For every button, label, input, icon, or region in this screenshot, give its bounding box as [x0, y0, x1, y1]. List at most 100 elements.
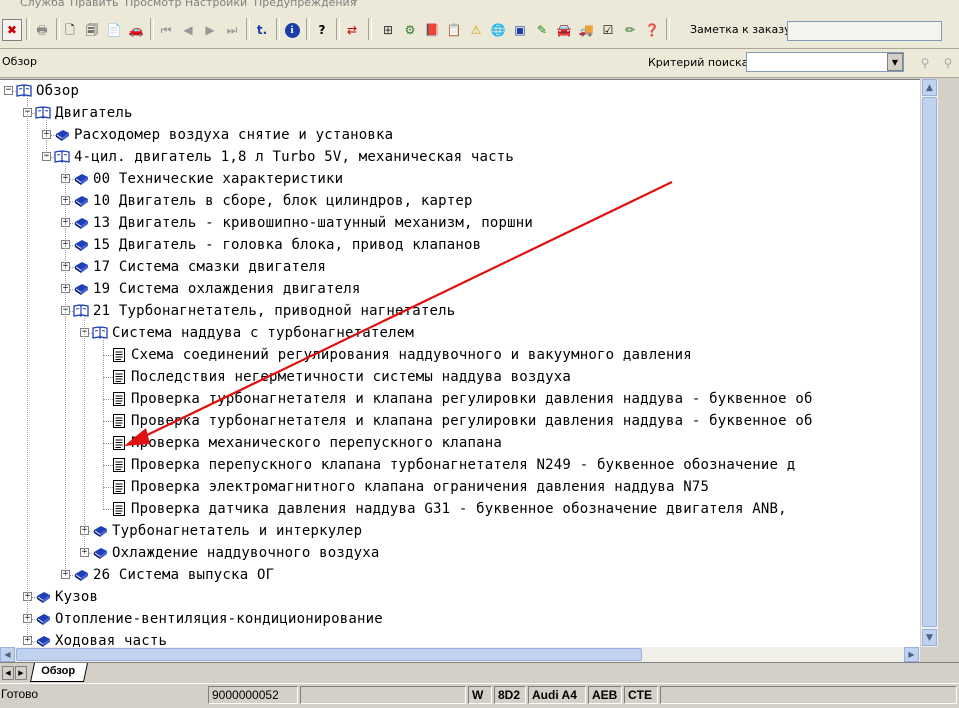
- tree-item-label: 13 Двигатель - кривошипно-шатунный механ…: [93, 215, 534, 231]
- scroll-right-icon[interactable]: ▶: [904, 647, 919, 662]
- closed-book-icon: [35, 589, 51, 605]
- tree-item-label: Двигатель: [55, 105, 133, 121]
- closed-book-icon: [73, 281, 89, 297]
- tree-item-label: Расходомер воздуха снятие и установка: [74, 127, 394, 143]
- tree-node-item[interactable]: +00 Технические характеристики: [0, 168, 920, 190]
- tree-node-item[interactable]: +13 Двигатель - кривошипно-шатунный меха…: [0, 212, 920, 234]
- menu-view[interactable]: Просмотр: [125, 0, 181, 9]
- tree-item-label: Турбонагнетатель и интеркулер: [112, 523, 363, 539]
- tree-node-item[interactable]: + Турбонагнетатель и интеркулер: [0, 520, 920, 542]
- globe-icon[interactable]: 🌐: [488, 19, 508, 41]
- documents-icon[interactable]: 🗐: [82, 19, 102, 41]
- vertical-scroll-thumb[interactable]: [922, 97, 937, 627]
- closed-book-icon: [73, 215, 89, 231]
- next-icon[interactable]: ▶: [200, 19, 220, 41]
- menu-edit[interactable]: Править: [70, 0, 119, 9]
- tree-leaf-item[interactable]: Последствия негерметичности системы надд…: [0, 366, 920, 388]
- tree-node-item[interactable]: + Отопление-вентиляция-кондиционирование: [0, 608, 920, 630]
- tree-leaf-item[interactable]: Проверка электромагнитного клапана огран…: [0, 476, 920, 498]
- fluid-icon[interactable]: ▣: [510, 19, 530, 41]
- tree-node-item[interactable]: +15 Двигатель - головка блока, привод кл…: [0, 234, 920, 256]
- menu-warnings[interactable]: Предупреждения: [254, 0, 356, 9]
- previous-icon[interactable]: ◀: [178, 19, 198, 41]
- horizontal-scrollbar[interactable]: ◀ ▶: [0, 647, 920, 662]
- tab-overview[interactable]: Обзор: [29, 663, 88, 682]
- status-engine: AEB: [588, 686, 622, 704]
- tree-node-item[interactable]: − Обзор: [0, 80, 920, 102]
- tree-leaf-item[interactable]: Проверка турбонагнетателя и клапана регу…: [0, 388, 920, 410]
- pencil-icon[interactable]: ✏: [620, 19, 640, 41]
- closed-book-icon: [54, 127, 70, 143]
- order-note-field[interactable]: [787, 21, 942, 41]
- scroll-left-icon[interactable]: ◀: [0, 647, 15, 662]
- scroll-up-icon[interactable]: ▲: [922, 79, 937, 96]
- tree-item-label: Проверка электромагнитного клапана огран…: [131, 479, 710, 495]
- tree-item-label: Обзор: [36, 83, 80, 99]
- horizontal-scroll-thumb[interactable]: [16, 648, 642, 661]
- menu-settings[interactable]: Настройки: [185, 0, 247, 9]
- clear-search-icon[interactable]: ⚲: [938, 52, 958, 74]
- collapse-icon[interactable]: −: [4, 86, 13, 95]
- tab-prev-icon[interactable]: ◀: [2, 666, 14, 680]
- tree-node-item[interactable]: −4-цил. двигатель 1,8 л Turbo 5V, механи…: [0, 146, 920, 168]
- print-icon[interactable]: 🖶: [32, 19, 52, 41]
- tree-node-item[interactable]: +10 Двигатель в сборе, блок цилиндров, к…: [0, 190, 920, 212]
- context-help-icon[interactable]: ❓: [642, 19, 662, 41]
- document-list-icon[interactable]: 📋: [444, 19, 464, 41]
- last-icon[interactable]: ⏭: [222, 19, 242, 41]
- right-pane: [938, 79, 959, 647]
- status-code: 8D2: [494, 686, 526, 704]
- vertical-scrollbar[interactable]: ▲ ▼: [920, 79, 938, 647]
- tree-node-item[interactable]: − Двигатель: [0, 102, 920, 124]
- tree-leaf-item[interactable]: Проверка механического перепускного клап…: [0, 432, 920, 454]
- tree-node-item[interactable]: +17 Система смазки двигателя: [0, 256, 920, 278]
- exit-icon[interactable]: ✖: [2, 19, 22, 41]
- tree-leaf-item[interactable]: Проверка турбонагнетателя и клапана регу…: [0, 410, 920, 432]
- checklist-icon[interactable]: ☑: [598, 19, 618, 41]
- info-icon[interactable]: i: [282, 19, 302, 41]
- search-input[interactable]: [746, 52, 904, 72]
- tree-node-item[interactable]: + Кузов: [0, 586, 920, 608]
- tree-view[interactable]: − Обзор − Двигатель + Расходомер воздуха снят…: [0, 79, 920, 648]
- warning-icon[interactable]: ⚠: [466, 19, 486, 41]
- tree-node-item[interactable]: − Система наддува с турбонагнетателем: [0, 322, 920, 344]
- scroll-down-icon[interactable]: ▼: [922, 629, 937, 646]
- tree-item-label: 19 Система охлаждения двигателя: [93, 281, 361, 297]
- tree-leaf-item[interactable]: Проверка датчика давления наддува G31 - …: [0, 498, 920, 520]
- tree-node-item[interactable]: + Расходомер воздуха снятие и установка: [0, 124, 920, 146]
- swap-icon[interactable]: ⇄: [342, 19, 362, 41]
- tab-next-icon[interactable]: ▶: [15, 666, 27, 680]
- edit-green-icon[interactable]: ✎: [532, 19, 552, 41]
- tree-leaf-item[interactable]: Схема соединений регулирования наддувочн…: [0, 344, 920, 366]
- document-icon: [111, 457, 127, 473]
- book-icon[interactable]: 📕: [422, 19, 442, 41]
- tree-item-label: Проверка механического перепускного клап…: [131, 435, 503, 451]
- search-dropdown-icon[interactable]: ▼: [887, 53, 903, 71]
- search-tool-icon[interactable]: ⚲: [915, 52, 935, 74]
- first-icon[interactable]: ⏮: [156, 19, 176, 41]
- tree-node-item[interactable]: −21 Турбонагнетатель, приводной нагнетат…: [0, 300, 920, 322]
- parts-icon[interactable]: ⚙: [400, 19, 420, 41]
- menu-service[interactable]: Служба: [20, 0, 65, 9]
- goto-icon[interactable]: t.: [252, 19, 272, 41]
- tree-item-label: Отопление-вентиляция-кондиционирование: [55, 611, 383, 627]
- order-note-label: Заметка к заказу:: [690, 23, 795, 36]
- new-document-icon[interactable]: 🗋: [60, 19, 80, 41]
- notes-icon[interactable]: 📄: [104, 19, 124, 41]
- tree-node-item[interactable]: + Ходовая часть: [0, 630, 920, 648]
- car-green-icon[interactable]: 🚘: [554, 19, 574, 41]
- tree-node-item[interactable]: +26 Система выпуска ОГ: [0, 564, 920, 586]
- tree-item-label: 10 Двигатель в сборе, блок цилиндров, ка…: [93, 193, 473, 209]
- status-bar: Готово 9000000052 W 8D2 Audi A4 AEB CTE: [0, 683, 959, 708]
- help-icon[interactable]: ?: [312, 19, 332, 41]
- grid-icon[interactable]: ⊞: [378, 19, 398, 41]
- menu-help[interactable]: ?: [352, 0, 358, 9]
- closed-book-icon: [73, 193, 89, 209]
- closed-book-icon: [92, 545, 108, 561]
- tree-leaf-item[interactable]: Проверка перепускного клапана турбонагне…: [0, 454, 920, 476]
- vehicle-icon[interactable]: 🚗: [126, 19, 146, 41]
- document-icon: [111, 435, 127, 451]
- tree-node-item[interactable]: +19 Система охлаждения двигателя: [0, 278, 920, 300]
- truck-icon[interactable]: 🚚: [576, 19, 596, 41]
- tree-node-item[interactable]: + Охлаждение наддувочного воздуха: [0, 542, 920, 564]
